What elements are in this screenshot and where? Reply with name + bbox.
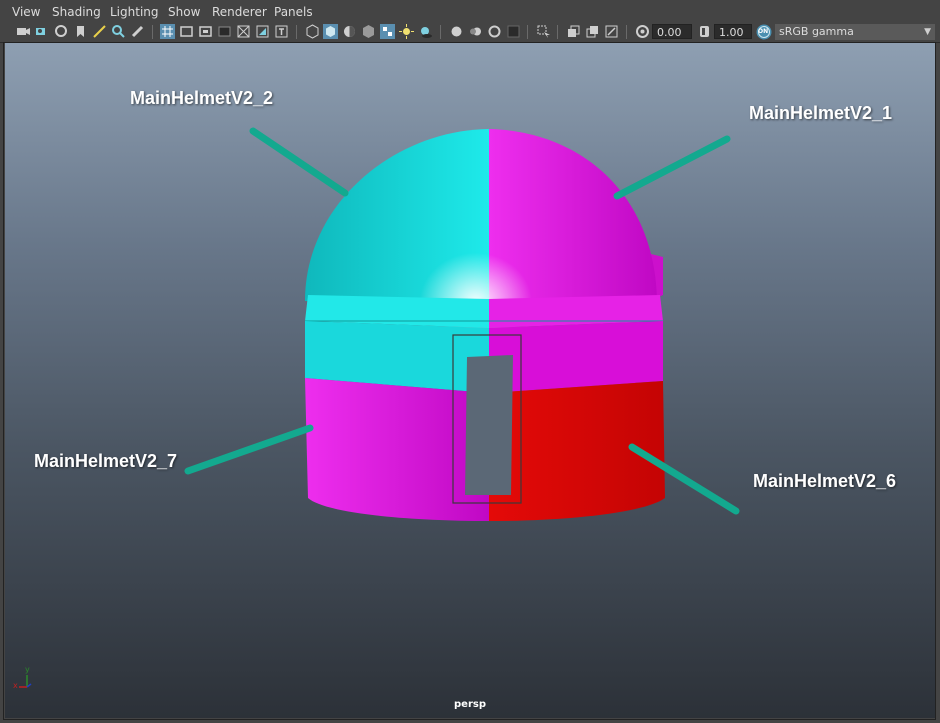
exposure-field[interactable]: 0.00 <box>652 24 692 39</box>
axis-label-y: y <box>25 665 30 674</box>
field-chart-icon[interactable] <box>236 24 251 39</box>
menu-panels[interactable]: Panels <box>274 5 313 19</box>
scene <box>19 127 740 688</box>
annotation-helmet-6: MainHelmetV2_6 <box>753 471 897 491</box>
safe-action-icon[interactable] <box>255 24 270 39</box>
menu-renderer[interactable]: Renderer <box>212 5 267 19</box>
xray-icon[interactable] <box>566 24 581 39</box>
menu-lighting[interactable]: Lighting <box>110 5 159 19</box>
exposure-icon[interactable] <box>635 24 650 39</box>
toolbar-separator <box>152 25 153 39</box>
gamma-field[interactable]: 1.00 <box>714 24 752 39</box>
lights-icon[interactable] <box>399 24 414 39</box>
toolbar-separator <box>527 25 528 39</box>
camera-attributes-icon[interactable] <box>35 24 50 39</box>
helmet-mid-right <box>489 321 663 393</box>
leader-line-helmet-2 <box>249 127 349 197</box>
smooth-shade-icon[interactable] <box>323 24 338 39</box>
menu-view[interactable]: View <box>12 5 40 19</box>
anti-aliasing-icon[interactable] <box>487 24 502 39</box>
annotation-helmet-1: MainHelmetV2_1 <box>749 103 893 123</box>
colorspace-select[interactable]: sRGB gamma ▼ <box>775 24 935 40</box>
axis-gizmo <box>19 675 32 688</box>
toolbar-separator <box>626 25 627 39</box>
camera-lock-icon[interactable] <box>54 24 69 39</box>
camera-name-label: persp <box>454 699 486 710</box>
pan-zoom-icon[interactable] <box>111 24 126 39</box>
resolution-gate-icon[interactable] <box>198 24 213 39</box>
gate-mask-icon[interactable] <box>217 24 232 39</box>
wireframe-icon[interactable] <box>305 24 320 39</box>
default-material-icon[interactable] <box>342 24 357 39</box>
3d-viewport[interactable]: MainHelmetV2_2 MainHelmetV2_1 MainHelmet… <box>5 43 935 718</box>
xray-checker-icon[interactable] <box>380 24 395 39</box>
menu-shading[interactable]: Shading <box>52 5 101 19</box>
helmet-lower-left <box>305 378 489 521</box>
bookmark-icon[interactable] <box>73 24 88 39</box>
annotation-helmet-7: MainHelmetV2_7 <box>34 451 178 471</box>
grid-icon[interactable] <box>160 24 175 39</box>
toolbar-separator <box>557 25 558 39</box>
toolbar-separator <box>440 25 441 39</box>
xray-active-components-icon[interactable] <box>604 24 619 39</box>
gamma-icon[interactable] <box>697 24 712 39</box>
helmet-visor-slot <box>465 355 513 495</box>
shadows-icon[interactable] <box>418 24 433 39</box>
safe-title-icon[interactable] <box>274 24 289 39</box>
chevron-down-icon: ▼ <box>924 27 931 37</box>
viewport-toolbar: 0.00 1.00 ON sRGB gamma ▼ <box>0 22 940 43</box>
axis-label-x: x <box>13 681 18 690</box>
colorspace-value: sRGB gamma <box>779 25 854 38</box>
leader-line-helmet-7 <box>184 424 314 475</box>
ambient-occlusion-icon[interactable] <box>449 24 464 39</box>
select-camera-icon[interactable] <box>16 24 31 39</box>
colorspace-toggle-label: ON <box>758 28 769 35</box>
motion-blur-icon[interactable] <box>468 24 483 39</box>
menu-show[interactable]: Show <box>168 5 200 19</box>
viewport-menubar: View Shading Lighting Show Renderer Pane… <box>0 0 940 22</box>
annotation-helmet-2: MainHelmetV2_2 <box>130 88 274 108</box>
toolbar-separator <box>296 25 297 39</box>
film-gate-icon[interactable] <box>179 24 194 39</box>
grease-pencil-icon[interactable] <box>130 24 145 39</box>
colorspace-toggle[interactable]: ON <box>756 24 772 40</box>
image-plane-icon[interactable] <box>92 24 107 39</box>
isolate-icon[interactable] <box>536 24 551 39</box>
leader-line-helmet-1 <box>613 135 731 200</box>
textured-icon[interactable] <box>361 24 376 39</box>
xray-joints-icon[interactable] <box>585 24 600 39</box>
depth-of-field-icon[interactable] <box>506 24 521 39</box>
